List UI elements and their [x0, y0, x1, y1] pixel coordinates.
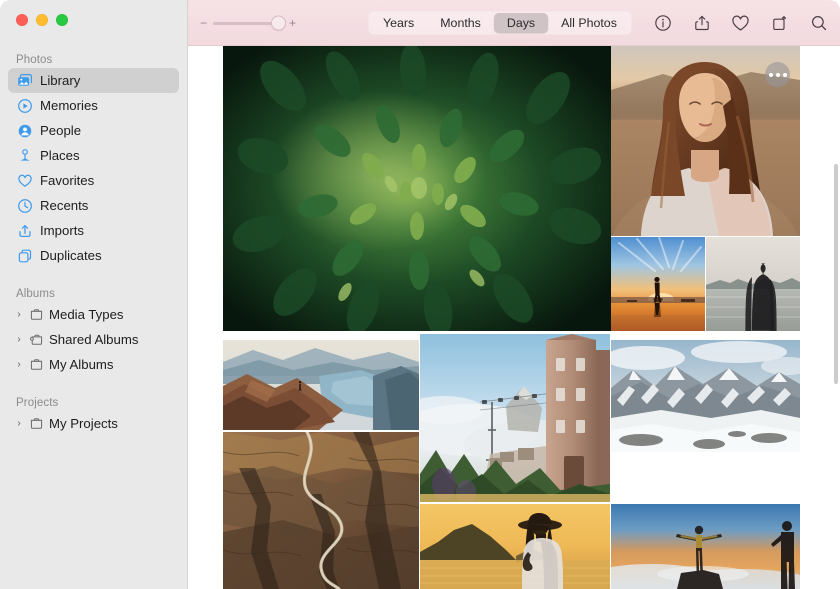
sidebar-item-shared-albums[interactable]: › Shared Albums [8, 327, 179, 352]
zoom-slider-track[interactable] [213, 22, 283, 25]
sidebar-item-label: Shared Albums [49, 332, 138, 347]
more-dot [776, 73, 780, 77]
tab-all-photos[interactable]: All Photos [548, 13, 630, 33]
chevron-right-icon[interactable]: › [14, 359, 24, 370]
folder-icon [28, 416, 44, 432]
folder-icon [28, 357, 44, 373]
more-dot [783, 73, 787, 77]
photo-thumbnail[interactable] [611, 237, 705, 331]
zoom-in-icon[interactable]: + [289, 17, 296, 29]
sidebar-item-label: Memories [40, 98, 98, 113]
library-icon [17, 73, 33, 89]
sidebar-item-duplicates[interactable]: Duplicates [8, 243, 179, 268]
minimize-window-button[interactable] [36, 14, 48, 26]
import-icon [17, 223, 33, 239]
shared-folder-icon [28, 332, 44, 348]
memories-icon [17, 98, 33, 114]
photo-thumbnail[interactable] [611, 340, 800, 452]
share-icon[interactable] [692, 14, 711, 33]
sidebar-item-label: Media Types [49, 307, 124, 322]
sidebar-item-people[interactable]: People [8, 118, 179, 143]
more-options-button[interactable] [765, 62, 790, 87]
sidebar-item-places[interactable]: Places [8, 143, 179, 168]
sidebar-item-label: Library [40, 73, 80, 88]
sidebar-section-title-projects: Projects [0, 397, 187, 411]
sidebar: Photos Library [0, 0, 188, 589]
people-icon [17, 123, 33, 139]
photo-thumbnail[interactable] [420, 504, 610, 589]
photos-window: Photos Library [0, 0, 840, 589]
sidebar-item-my-albums[interactable]: › My Albums [8, 352, 179, 377]
chevron-right-icon[interactable]: › [14, 334, 24, 345]
sidebar-section-albums: Albums › Media Types › [0, 288, 187, 377]
sidebar-section-title-albums: Albums [0, 288, 187, 302]
zoom-slider-thumb[interactable] [271, 16, 286, 31]
sidebar-section-title-photos: Photos [0, 54, 187, 68]
vertical-scrollbar[interactable] [834, 164, 838, 384]
photo-thumbnail[interactable] [706, 237, 800, 331]
folder-icon [28, 307, 44, 323]
chevron-right-icon[interactable]: › [14, 309, 24, 320]
sidebar-item-label: Favorites [40, 173, 94, 188]
sidebar-item-memories[interactable]: Memories [8, 93, 179, 118]
rotate-icon[interactable] [770, 14, 789, 33]
toolbar: − + Years Months Days All Photos [188, 0, 840, 46]
search-icon[interactable] [809, 14, 828, 33]
tab-months[interactable]: Months [427, 13, 494, 33]
sidebar-item-label: My Projects [49, 416, 118, 431]
sidebar-item-label: Duplicates [40, 248, 102, 263]
sidebar-item-label: Imports [40, 223, 84, 238]
places-icon [17, 148, 33, 164]
sidebar-item-label: People [40, 123, 81, 138]
tab-years[interactable]: Years [370, 13, 427, 33]
clock-icon [17, 198, 33, 214]
tab-days[interactable]: Days [494, 13, 548, 33]
sidebar-item-label: My Albums [49, 357, 114, 372]
info-icon[interactable] [653, 14, 672, 33]
sidebar-item-label: Places [40, 148, 80, 163]
photo-thumbnail[interactable] [223, 46, 611, 331]
sidebar-scroll-area: Photos Library [0, 48, 187, 589]
photo-thumbnail[interactable] [611, 46, 800, 236]
duplicates-icon [17, 248, 33, 264]
photo-thumbnail[interactable] [223, 340, 419, 430]
sidebar-item-favorites[interactable]: Favorites [8, 168, 179, 193]
more-dot [769, 73, 773, 77]
sidebar-item-media-types[interactable]: › Media Types [8, 302, 179, 327]
sidebar-item-imports[interactable]: Imports [8, 218, 179, 243]
heart-icon[interactable] [731, 14, 750, 33]
view-mode-segmented-control[interactable]: Years Months Days All Photos [368, 11, 632, 35]
sidebar-item-my-projects[interactable]: › My Projects [8, 411, 179, 436]
chevron-right-icon[interactable]: › [14, 418, 24, 429]
photo-grid[interactable] [188, 46, 840, 589]
photo-thumbnail[interactable] [420, 334, 610, 502]
sidebar-section-projects: Projects › My Projects [0, 397, 187, 436]
sidebar-item-recents[interactable]: Recents [8, 193, 179, 218]
heart-icon [17, 173, 33, 189]
photo-thumbnail[interactable] [611, 504, 800, 589]
sidebar-item-label: Recents [40, 198, 88, 213]
window-controls [16, 14, 68, 26]
zoom-slider[interactable]: − + [200, 17, 296, 29]
close-window-button[interactable] [16, 14, 28, 26]
sidebar-item-library[interactable]: Library [8, 68, 179, 93]
maximize-window-button[interactable] [56, 14, 68, 26]
sidebar-section-photos: Photos Library [0, 54, 187, 268]
zoom-out-icon[interactable]: − [200, 17, 207, 29]
photo-thumbnail[interactable] [223, 432, 419, 589]
toolbar-actions [653, 0, 828, 46]
